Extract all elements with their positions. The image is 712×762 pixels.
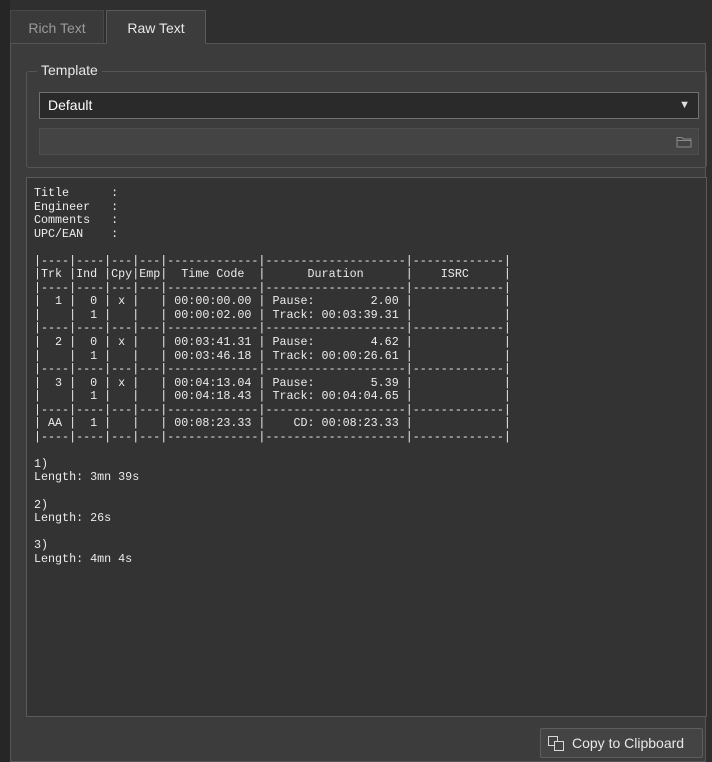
report-line: |Trk |Ind |Cpy|Emp| Time Code | Duration… bbox=[34, 267, 511, 282]
template-group-title: Template bbox=[37, 61, 102, 79]
report-line: |----|----|---|---|-------------|-------… bbox=[34, 280, 511, 295]
folder-icon[interactable] bbox=[676, 135, 692, 148]
report-text: Title : Engineer : Comments : UPC/EAN : … bbox=[27, 178, 706, 566]
report-line: | AA | 1 | | | 00:08:23.33 | CD: 00:08:2… bbox=[34, 416, 511, 431]
copy-button-label: Copy to Clipboard bbox=[572, 735, 685, 751]
report-line: Length: 3mn 39s bbox=[34, 470, 140, 485]
report-line: |----|----|---|---|-------------|-------… bbox=[34, 253, 511, 268]
report-line: | | 1 | | | 00:00:02.00 | Track: 00:03:3… bbox=[34, 307, 511, 322]
report-line: |----|----|---|---|-------------|-------… bbox=[34, 402, 511, 417]
report-window: Rich Text Raw Text Template Default ▼ Ti… bbox=[0, 0, 712, 762]
report-text-area[interactable]: Title : Engineer : Comments : UPC/EAN : … bbox=[26, 177, 707, 717]
report-line: | | 1 | | | 00:03:46.18 | Track: 00:00:2… bbox=[34, 348, 511, 363]
tab-raw-text[interactable]: Raw Text bbox=[106, 10, 206, 44]
report-line: |----|----|---|---|-------------|-------… bbox=[34, 321, 511, 336]
window-edge bbox=[0, 0, 10, 762]
template-select-value: Default bbox=[48, 97, 93, 113]
report-line: Length: 26s bbox=[34, 511, 112, 526]
tab-bar: Rich Text Raw Text bbox=[10, 10, 700, 44]
report-line: Length: 4mn 4s bbox=[34, 551, 133, 566]
report-line: | 3 | 0 | x | | 00:04:13.04 | Pause: 5.3… bbox=[34, 375, 511, 390]
template-select[interactable]: Default ▼ bbox=[39, 92, 699, 119]
report-line: Title : bbox=[34, 186, 119, 200]
copy-icon bbox=[548, 736, 564, 751]
report-line: Engineer : bbox=[34, 199, 119, 214]
report-line: 3) bbox=[34, 538, 49, 553]
report-line: |----|----|---|---|-------------|-------… bbox=[34, 362, 511, 377]
report-line: | 2 | 0 | x | | 00:03:41.31 | Pause: 4.6… bbox=[34, 335, 511, 350]
report-line: |----|----|---|---|-------------|-------… bbox=[34, 429, 511, 444]
copy-to-clipboard-button[interactable]: Copy to Clipboard bbox=[540, 728, 703, 758]
chevron-down-icon: ▼ bbox=[679, 99, 690, 111]
report-line: 1) bbox=[34, 456, 49, 471]
template-path-field[interactable] bbox=[39, 128, 699, 155]
report-line: 2) bbox=[34, 497, 49, 512]
report-line: | 1 | 0 | x | | 00:00:00.00 | Pause: 2.0… bbox=[34, 294, 511, 309]
raw-text-panel: Template Default ▼ Title : Engineer : Co… bbox=[10, 43, 707, 762]
report-line: | | 1 | | | 00:04:18.43 | Track: 00:04:0… bbox=[34, 389, 511, 404]
report-line: UPC/EAN : bbox=[34, 226, 119, 241]
report-line: Comments : bbox=[34, 213, 119, 228]
tab-rich-text[interactable]: Rich Text bbox=[10, 10, 104, 44]
